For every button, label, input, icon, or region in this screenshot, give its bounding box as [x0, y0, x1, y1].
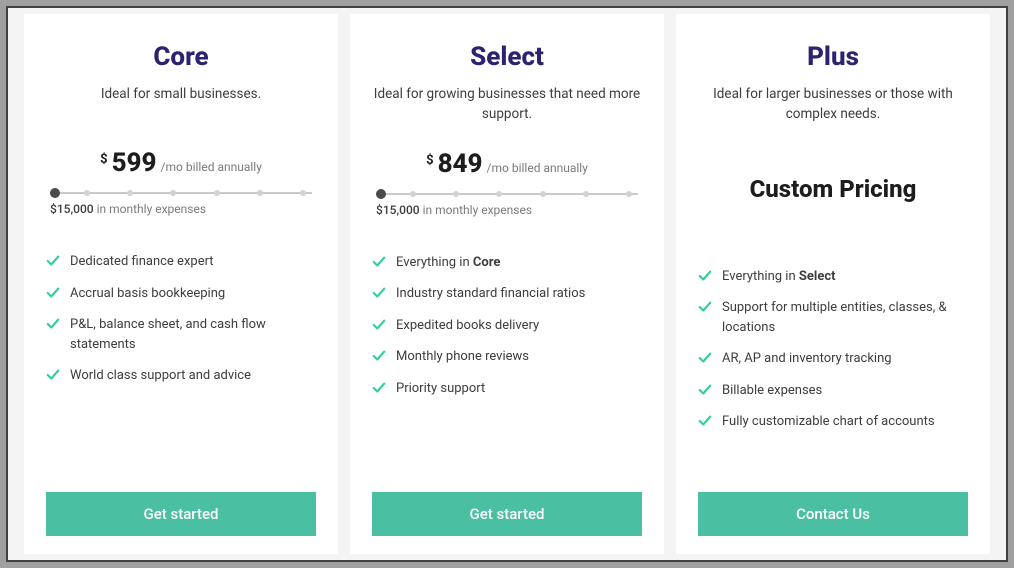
custom-pricing-label: Custom Pricing: [698, 175, 968, 203]
price-amount: 599: [112, 148, 157, 178]
feature-item: Industry standard financial ratios: [372, 284, 642, 304]
check-icon: [372, 318, 386, 332]
expenses-label: $15,000 in monthly expenses: [46, 202, 316, 216]
price-currency: $: [426, 153, 433, 168]
check-icon: [372, 286, 386, 300]
feature-list: Everything in Core Industry standard fin…: [372, 253, 642, 493]
feature-text: Everything in Core: [396, 253, 500, 273]
feature-item: Dedicated finance expert: [46, 252, 316, 272]
price-currency: $: [100, 152, 107, 167]
feature-text: Billable expenses: [722, 381, 822, 401]
expense-slider[interactable]: $15,000 in monthly expenses: [46, 186, 316, 216]
plan-card-select: Select Ideal for growing businesses that…: [350, 14, 664, 554]
price-amount: 849: [438, 149, 483, 179]
feature-item: P&L, balance sheet, and cash flow statem…: [46, 315, 316, 354]
feature-text: Expedited books delivery: [396, 316, 539, 336]
feature-item: Fully customizable chart of accounts: [698, 412, 968, 432]
contact-us-button[interactable]: Contact Us: [698, 492, 968, 536]
price-period: /mo billed annually: [161, 160, 262, 174]
check-icon: [46, 317, 60, 331]
feature-text: Fully customizable chart of accounts: [722, 412, 935, 432]
feature-text: Priority support: [396, 379, 485, 399]
check-icon: [698, 269, 712, 283]
check-icon: [46, 368, 60, 382]
feature-item: Support for multiple entities, classes, …: [698, 298, 968, 337]
feature-item: Everything in Select: [698, 267, 968, 287]
feature-item: Expedited books delivery: [372, 316, 642, 336]
feature-text: P&L, balance sheet, and cash flow statem…: [70, 315, 316, 354]
check-icon: [698, 414, 712, 428]
feature-text: Industry standard financial ratios: [396, 284, 585, 304]
price-block: $ 849 /mo billed annually: [372, 149, 642, 179]
check-icon: [372, 381, 386, 395]
feature-text: Accrual basis bookkeeping: [70, 284, 225, 304]
check-icon: [698, 351, 712, 365]
plan-subtitle: Ideal for growing businesses that need m…: [372, 84, 642, 125]
feature-list: Dedicated finance expert Accrual basis b…: [46, 252, 316, 492]
pricing-grid: Core Ideal for small businesses. $ 599 /…: [6, 6, 1008, 562]
plan-title: Select: [372, 42, 642, 72]
check-icon: [698, 383, 712, 397]
check-icon: [46, 286, 60, 300]
price-block: $ 599 /mo billed annually: [46, 148, 316, 178]
get-started-button[interactable]: Get started: [372, 492, 642, 536]
plan-title: Plus: [698, 42, 968, 72]
feature-item: Accrual basis bookkeeping: [46, 284, 316, 304]
feature-item: Priority support: [372, 379, 642, 399]
check-icon: [698, 300, 712, 314]
plan-title: Core: [46, 42, 316, 72]
feature-text: Support for multiple entities, classes, …: [722, 298, 968, 337]
feature-item: Everything in Core: [372, 253, 642, 273]
feature-list: Everything in Select Support for multipl…: [698, 267, 968, 493]
check-icon: [46, 254, 60, 268]
plan-card-core: Core Ideal for small businesses. $ 599 /…: [24, 14, 338, 554]
feature-item: AR, AP and inventory tracking: [698, 349, 968, 369]
plan-subtitle: Ideal for larger businesses or those wit…: [698, 84, 968, 125]
feature-text: Dedicated finance expert: [70, 252, 214, 272]
expenses-label: $15,000 in monthly expenses: [372, 203, 642, 217]
feature-item: Billable expenses: [698, 381, 968, 401]
get-started-button[interactable]: Get started: [46, 492, 316, 536]
plan-subtitle: Ideal for small businesses.: [46, 84, 316, 124]
feature-text: Monthly phone reviews: [396, 347, 529, 367]
feature-item: World class support and advice: [46, 366, 316, 386]
feature-text: World class support and advice: [70, 366, 251, 386]
feature-text: AR, AP and inventory tracking: [722, 349, 892, 369]
feature-text: Everything in Select: [722, 267, 836, 287]
check-icon: [372, 255, 386, 269]
check-icon: [372, 349, 386, 363]
expense-slider[interactable]: $15,000 in monthly expenses: [372, 187, 642, 217]
plan-card-plus: Plus Ideal for larger businesses or thos…: [676, 14, 990, 554]
price-period: /mo billed annually: [487, 161, 588, 175]
feature-item: Monthly phone reviews: [372, 347, 642, 367]
